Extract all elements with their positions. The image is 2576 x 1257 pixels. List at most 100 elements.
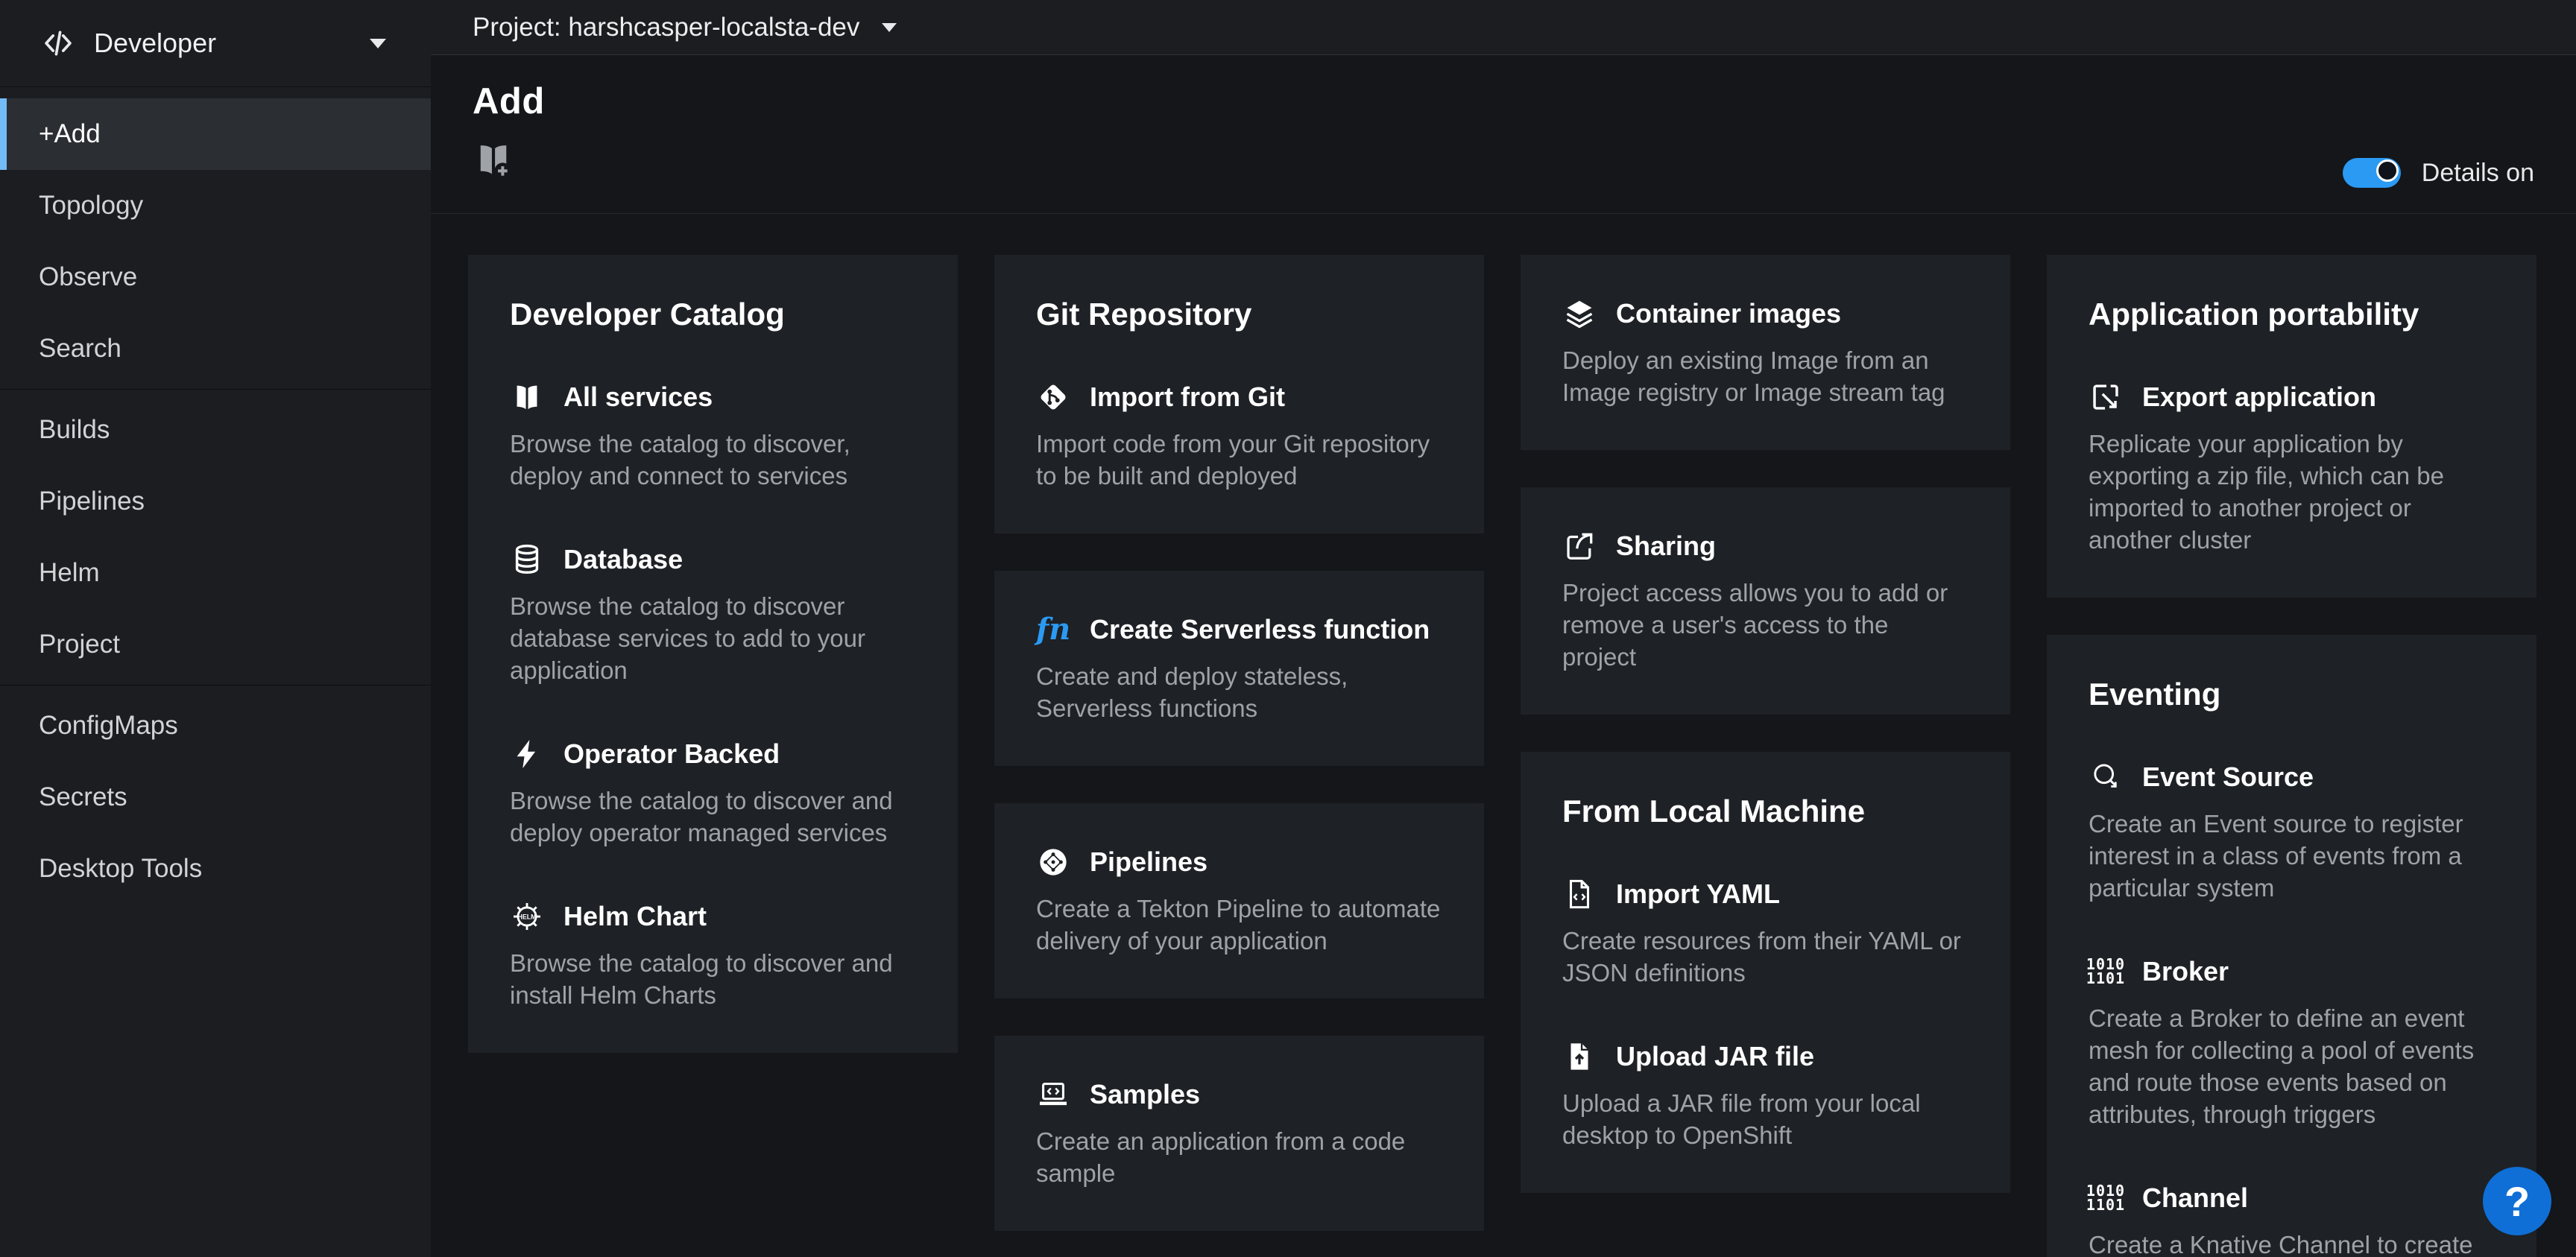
- item-title: Sharing: [1616, 531, 1716, 562]
- share-icon: [1562, 529, 1597, 563]
- project-selector[interactable]: Project: harshcasper-localsta-dev: [473, 13, 897, 42]
- add-item-all-services[interactable]: All services Browse the catalog to disco…: [510, 380, 916, 492]
- card-samples[interactable]: Samples Create an application from a cod…: [994, 1036, 1484, 1231]
- sidebar-item-desktop-tools[interactable]: Desktop Tools: [0, 833, 431, 905]
- card-container-images[interactable]: Container images Deploy an existing Imag…: [1521, 255, 2010, 450]
- add-item-pipelines[interactable]: Pipelines Create a Tekton Pipeline to au…: [1036, 845, 1442, 957]
- card-sharing[interactable]: Sharing Project access allows you to add…: [1521, 487, 2010, 715]
- perspective-switcher[interactable]: Developer: [0, 0, 431, 87]
- card-eventing[interactable]: Eventing Event Source: [2047, 635, 2536, 1257]
- item-description: Browse the catalog to discover and deplo…: [510, 785, 916, 849]
- item-title: Container images: [1616, 298, 1841, 329]
- svg-text:HELM: HELM: [518, 913, 537, 920]
- card-title: From Local Machine: [1562, 794, 1969, 829]
- add-item-import-yaml[interactable]: Import YAML Create resources from their …: [1562, 877, 1969, 989]
- add-page: Add Details on: [431, 55, 2576, 1257]
- item-title: Create Serverless function: [1090, 614, 1430, 645]
- add-item-operator-backed[interactable]: Operator Backed Browse the catalog to di…: [510, 737, 916, 849]
- card-from-local-machine[interactable]: From Local Machine Im: [1521, 752, 2010, 1193]
- item-description: Create and deploy stateless, Serverless …: [1036, 660, 1442, 724]
- item-title: Database: [564, 544, 683, 575]
- sidebar-item-configmaps[interactable]: ConfigMaps: [0, 690, 431, 762]
- sidebar-item-topology[interactable]: Topology: [0, 170, 431, 241]
- item-title: Broker: [2142, 956, 2229, 987]
- card-serverless-function[interactable]: fn Create Serverless function Create and…: [994, 571, 1484, 766]
- item-title: Helm Chart: [564, 901, 707, 932]
- page-title: Add: [473, 80, 2534, 122]
- add-item-import-from-git[interactable]: Import from Git Import code from your Gi…: [1036, 380, 1442, 492]
- project-selector-label: Project: harshcasper-localsta-dev: [473, 13, 859, 42]
- main-area: Project: harshcasper-localsta-dev Add: [431, 0, 2576, 1257]
- layers-icon: [1562, 297, 1597, 331]
- event-source-icon: [2089, 760, 2123, 794]
- add-item-sharing[interactable]: Sharing Project access allows you to add…: [1562, 529, 1969, 673]
- item-description: Deploy an existing Image from an Image r…: [1562, 344, 1969, 408]
- page-header: Add Details on: [431, 55, 2576, 214]
- cards-column-2: Git Repository: [994, 255, 1484, 1231]
- cards-column-1: Developer Catalog All services: [468, 255, 958, 1053]
- sidebar-item-search[interactable]: Search: [0, 313, 431, 384]
- item-description: Upload a JAR file from your local deskto…: [1562, 1087, 1969, 1151]
- card-title: Developer Catalog: [510, 297, 916, 332]
- card-git-repository[interactable]: Git Repository: [994, 255, 1484, 533]
- database-icon: [510, 542, 544, 577]
- item-description: Import code from your Git repository to …: [1036, 428, 1442, 492]
- card-pipelines[interactable]: Pipelines Create a Tekton Pipeline to au…: [994, 803, 1484, 998]
- item-description: Browse the catalog to discover and insta…: [510, 947, 916, 1011]
- add-item-helm-chart[interactable]: HELM Helm Chart Browse the catalog to di…: [510, 899, 916, 1011]
- add-item-database[interactable]: Database Browse the catalog to discover …: [510, 542, 916, 686]
- sidebar-item-observe[interactable]: Observe: [0, 241, 431, 313]
- code-icon: [42, 27, 75, 60]
- cards-column-4: Application portability: [2047, 255, 2536, 1257]
- helm-icon: HELM: [510, 899, 544, 934]
- tekton-icon: [1036, 845, 1070, 879]
- card-developer-catalog[interactable]: Developer Catalog All services: [468, 255, 958, 1053]
- item-description: Create a Broker to define an event mesh …: [2089, 1002, 2495, 1130]
- toggle-knob: [2376, 159, 2399, 182]
- item-title: Import from Git: [1090, 381, 1285, 413]
- cards-column-3: Container images Deploy an existing Imag…: [1521, 255, 2010, 1193]
- card-title: Eventing: [2089, 677, 2495, 712]
- nav-divider: [0, 685, 431, 686]
- laptop-code-icon: [1036, 1077, 1070, 1112]
- git-icon: [1036, 380, 1070, 414]
- item-title: All services: [564, 381, 713, 413]
- sidebar: Developer +Add Topology Observe Search B…: [0, 0, 431, 1257]
- sidebar-item-helm[interactable]: Helm: [0, 537, 431, 609]
- add-item-export-application[interactable]: Export application Replicate your applic…: [2089, 380, 2495, 556]
- details-toggle-group: Details on: [2343, 158, 2534, 188]
- sidebar-item-pipelines[interactable]: Pipelines: [0, 466, 431, 537]
- help-button[interactable]: ?: [2483, 1167, 2551, 1235]
- add-cards-grid: Developer Catalog All services: [431, 214, 2576, 1257]
- sidebar-item-add[interactable]: +Add: [0, 98, 431, 170]
- add-item-container-images[interactable]: Container images Deploy an existing Imag…: [1562, 297, 1969, 408]
- fn-icon: fn: [1036, 612, 1070, 647]
- nav-divider: [0, 389, 431, 390]
- item-description: Browse the catalog to discover, deploy a…: [510, 428, 916, 492]
- book-plus-icon[interactable]: [473, 139, 514, 177]
- file-code-icon: [1562, 877, 1597, 911]
- sidebar-nav: +Add Topology Observe Search Builds Pipe…: [0, 87, 431, 905]
- item-title: Upload JAR file: [1616, 1041, 1814, 1072]
- card-title: Git Repository: [1036, 297, 1442, 332]
- question-mark-icon: ?: [2504, 1177, 2530, 1226]
- details-toggle[interactable]: [2343, 158, 2401, 188]
- add-item-broker[interactable]: 10101101 Broker Create a Broker to defin…: [2089, 954, 2495, 1130]
- item-description: Browse the catalog to discover database …: [510, 590, 916, 686]
- add-item-event-source[interactable]: Event Source Create an Event source to r…: [2089, 760, 2495, 904]
- sidebar-item-project[interactable]: Project: [0, 609, 431, 680]
- book-open-icon: [510, 380, 544, 414]
- bolt-icon: [510, 737, 544, 771]
- item-title: Event Source: [2142, 762, 2314, 793]
- add-item-create-serverless-function[interactable]: fn Create Serverless function Create and…: [1036, 612, 1442, 724]
- sidebar-item-secrets[interactable]: Secrets: [0, 762, 431, 833]
- sidebar-item-builds[interactable]: Builds: [0, 394, 431, 466]
- item-title: Export application: [2142, 381, 2376, 413]
- add-item-upload-jar-file[interactable]: Upload JAR file Upload a JAR file from y…: [1562, 1039, 1969, 1151]
- details-toggle-label: Details on: [2422, 159, 2534, 188]
- add-item-samples[interactable]: Samples Create an application from a cod…: [1036, 1077, 1442, 1189]
- add-item-channel[interactable]: 10101101 Channel Create a Knative Channe…: [2089, 1181, 2495, 1257]
- masthead: Project: harshcasper-localsta-dev: [431, 0, 2576, 55]
- item-title: Pipelines: [1090, 846, 1208, 878]
- card-application-portability[interactable]: Application portability: [2047, 255, 2536, 598]
